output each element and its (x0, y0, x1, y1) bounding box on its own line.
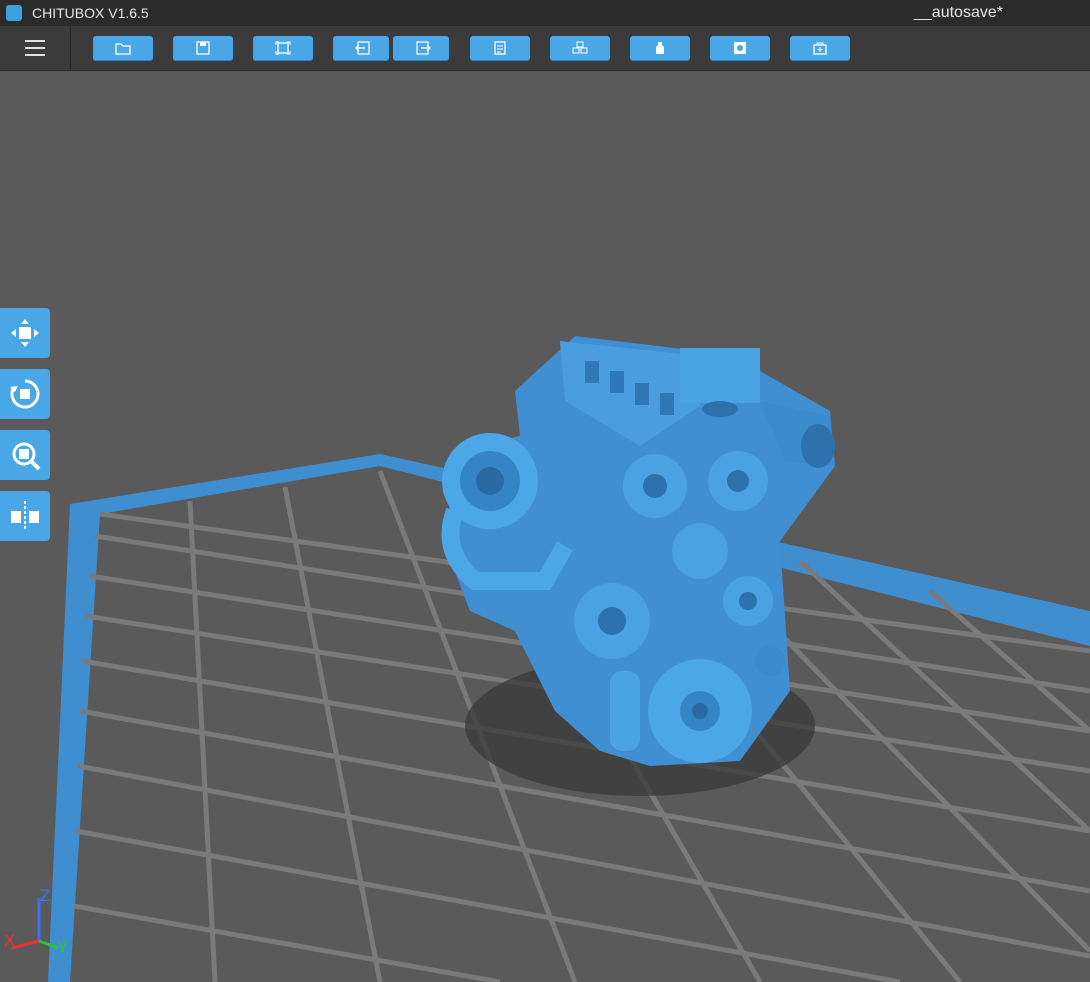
title-bar: CHITUBOX V1.6.5 __autosave* (0, 0, 1090, 26)
undo-button[interactable] (333, 36, 389, 61)
package-icon (813, 42, 827, 55)
slice-button[interactable] (790, 36, 850, 61)
file-name: __autosave* (914, 4, 1003, 21)
arrow-left-icon (355, 41, 370, 55)
square-hole-icon (734, 42, 746, 54)
menu-line-icon (25, 40, 45, 42)
fit-view-button[interactable] (253, 36, 313, 61)
x-axis-icon (11, 939, 40, 950)
chitubox-logo-icon (6, 5, 22, 21)
hamburger-menu-button[interactable] (0, 26, 71, 70)
app-title: CHITUBOX V1.6.5 (32, 5, 149, 21)
open-file-button[interactable] (93, 36, 153, 61)
mirror-tool-button[interactable] (0, 491, 50, 541)
arrange-button[interactable] (550, 36, 610, 61)
scale-icon (12, 442, 41, 471)
toolbar (0, 26, 1090, 71)
move-tool-button[interactable] (0, 308, 50, 358)
rotate-tool-button[interactable] (0, 369, 50, 419)
move-icon (11, 319, 39, 347)
support-button[interactable] (630, 36, 690, 61)
menu-line-icon (25, 47, 45, 49)
bottle-icon (656, 42, 664, 54)
settings-button[interactable] (470, 36, 530, 61)
scale-tool-button[interactable] (0, 430, 50, 480)
menu-line-icon (25, 54, 45, 56)
document-icon (494, 41, 506, 55)
axis-indicator: Z X Y (4, 886, 68, 957)
rotate-icon (10, 379, 40, 409)
x-axis-label: X (4, 931, 15, 950)
floppy-icon (196, 41, 210, 55)
build-plate (48, 336, 1090, 982)
3d-viewport[interactable]: Z X Y (0, 71, 1090, 982)
redo-button[interactable] (393, 36, 449, 61)
z-axis-label: Z (40, 886, 50, 905)
cubes-icon (572, 41, 588, 54)
frame-icon (275, 41, 291, 55)
hollow-button[interactable] (710, 36, 770, 61)
folder-icon (115, 43, 131, 55)
save-button[interactable] (173, 36, 233, 61)
y-axis-icon (38, 939, 59, 950)
y-axis-label: Y (57, 938, 68, 957)
mirror-icon (11, 501, 39, 531)
arrow-right-icon (416, 41, 431, 55)
